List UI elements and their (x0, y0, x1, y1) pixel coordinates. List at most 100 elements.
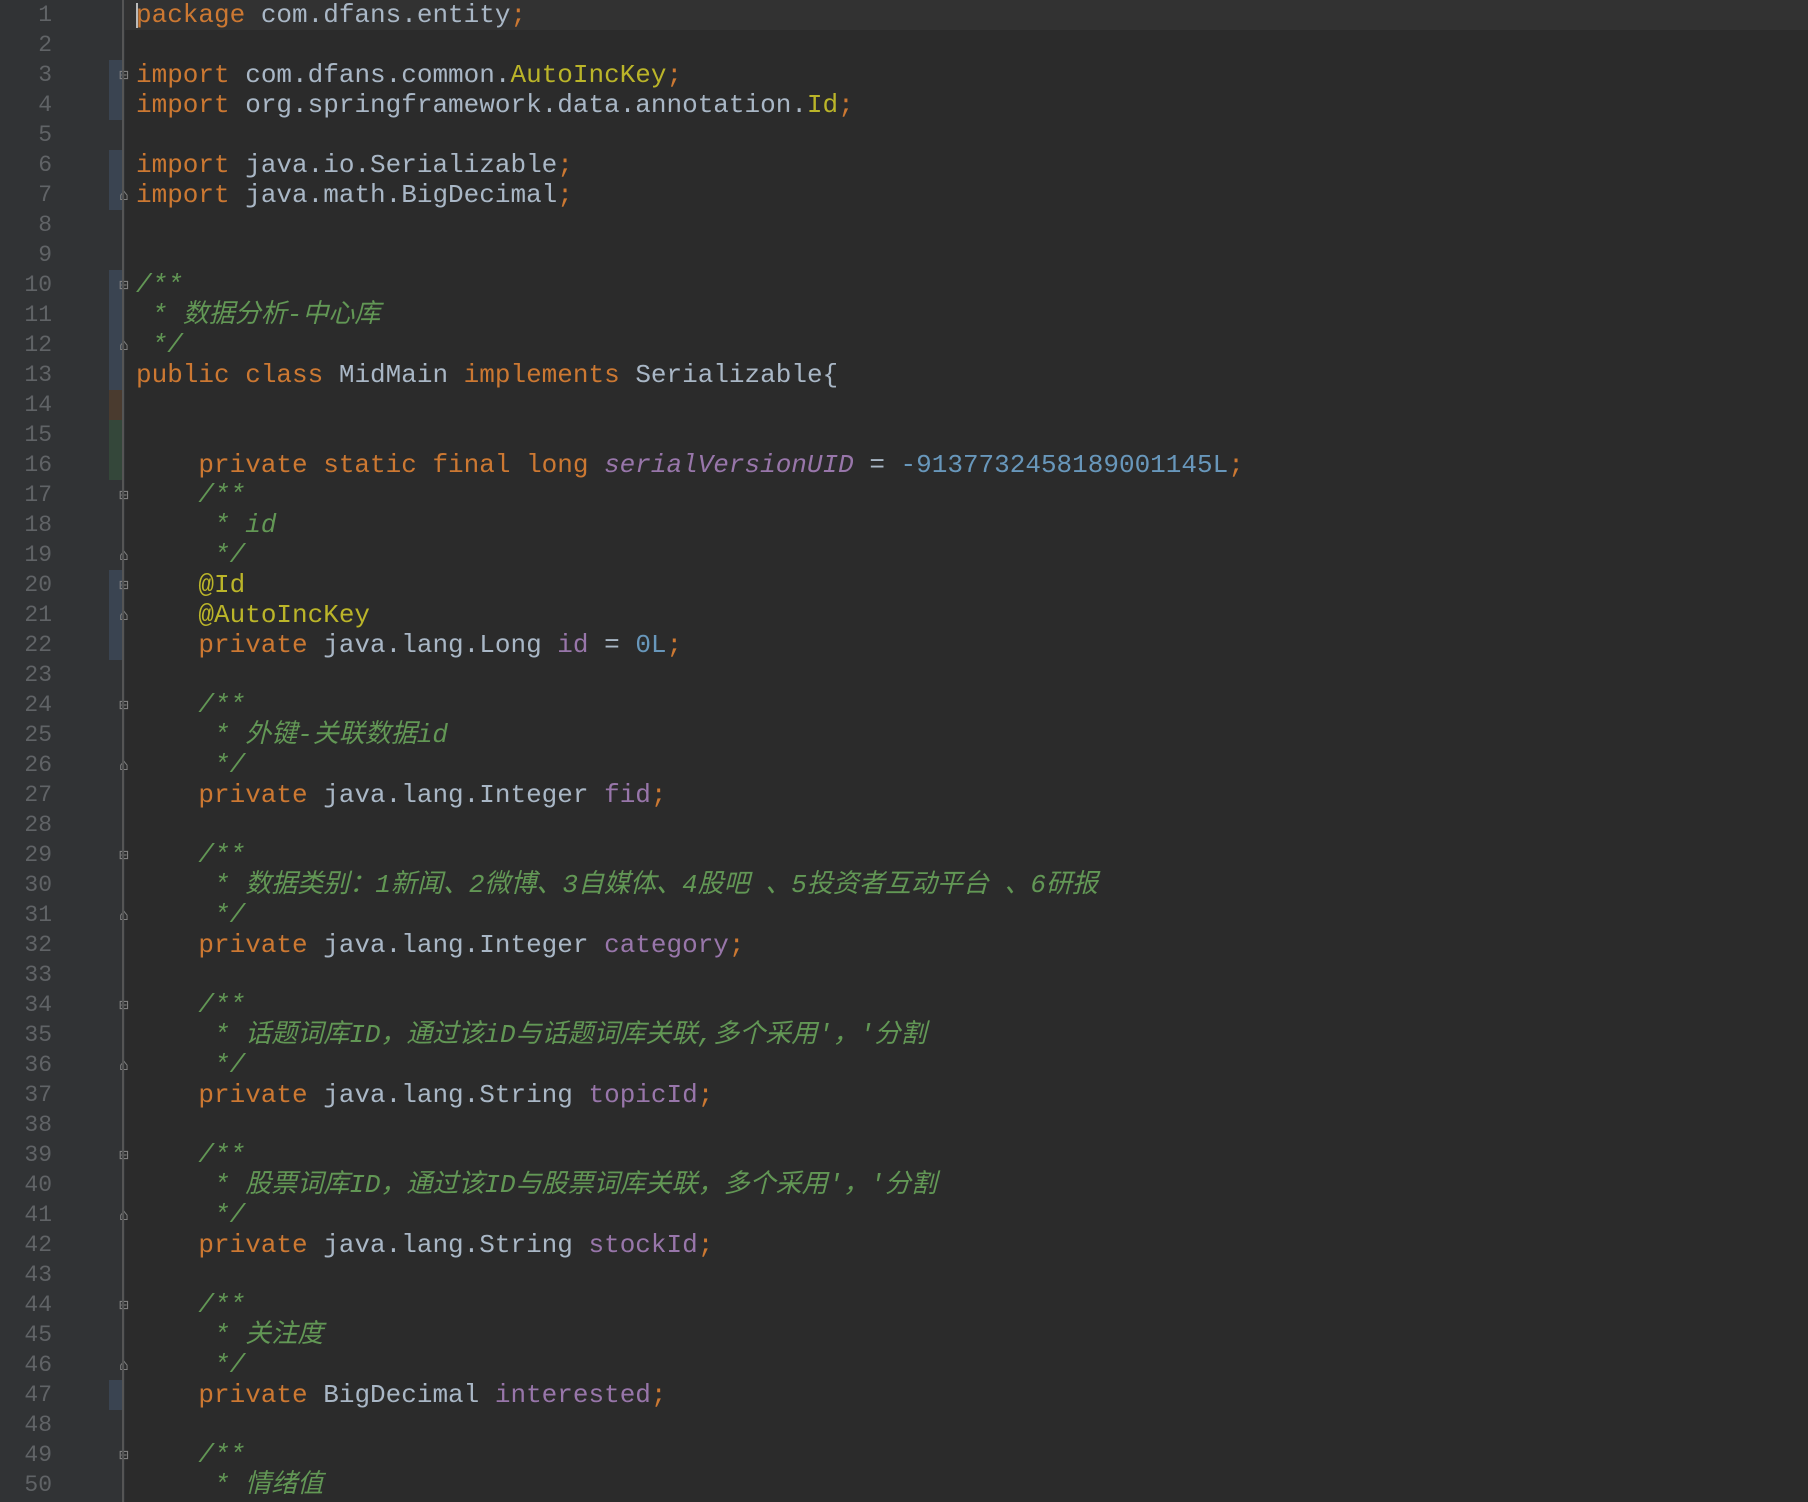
change-marker[interactable] (109, 360, 123, 390)
code-line[interactable]: private java.lang.String stockId; (136, 1230, 713, 1260)
code-token: fid (604, 780, 651, 810)
code-line[interactable]: /** (136, 480, 245, 510)
code-line[interactable]: public class MidMain implements Serializ… (136, 360, 838, 390)
line-number: 41 (24, 1202, 52, 1228)
code-line[interactable]: private static final long serialVersionU… (136, 450, 1243, 480)
code-line[interactable]: import org.springframework.data.annotati… (136, 90, 854, 120)
fold-open-icon[interactable]: ⊟ (115, 1140, 133, 1170)
line-number: 45 (24, 1322, 52, 1348)
code-line[interactable]: /** (136, 990, 245, 1020)
change-marker[interactable] (109, 1380, 123, 1410)
line-number: 47 (24, 1382, 52, 1408)
fold-end-icon[interactable]: ⌂ (115, 1050, 133, 1080)
code-line[interactable]: @AutoIncKey (136, 600, 370, 630)
code-line[interactable]: private java.lang.Integer category; (136, 930, 744, 960)
code-line[interactable]: */ (136, 1050, 245, 1080)
code-line[interactable]: private java.lang.String topicId; (136, 1080, 713, 1110)
code-line[interactable]: package com.dfans.entity; (136, 0, 526, 30)
fold-open-icon[interactable]: ⊟ (115, 1290, 133, 1320)
code-line[interactable]: * 外键-关联数据id (136, 720, 448, 750)
code-line[interactable]: /** (136, 840, 245, 870)
change-marker[interactable] (109, 630, 123, 660)
line-number: 48 (24, 1412, 52, 1438)
code-token: stockId (588, 1230, 698, 1260)
code-line[interactable]: */ (136, 900, 245, 930)
code-line[interactable]: */ (136, 540, 245, 570)
line-number: 19 (24, 542, 52, 568)
code-editor[interactable]: 123⊟4567⌂8910⊟1112⌂1314151617⊟1819⌂20⊟21… (0, 0, 1808, 1502)
code-line[interactable]: */ (136, 330, 183, 360)
line-number: 44 (24, 1292, 52, 1318)
line-number: 20 (24, 572, 52, 598)
code-token: */ (136, 750, 246, 780)
fold-open-icon[interactable]: ⊟ (115, 570, 133, 600)
fold-open-icon[interactable]: ⊟ (115, 990, 133, 1020)
code-token: implements (463, 360, 636, 390)
code-token: * 外键-关联数据id (136, 720, 449, 750)
code-line[interactable]: */ (136, 1200, 245, 1230)
code-token: private (136, 930, 324, 960)
code-line[interactable]: /** (136, 690, 245, 720)
fold-open-icon[interactable]: ⊟ (115, 270, 133, 300)
fold-end-icon[interactable]: ⌂ (115, 540, 133, 570)
line-number: 35 (24, 1022, 52, 1048)
code-token: */ (136, 1350, 246, 1380)
fold-end-icon[interactable]: ⌂ (115, 600, 133, 630)
fold-open-icon[interactable]: ⊟ (115, 480, 133, 510)
change-marker[interactable] (109, 90, 123, 120)
code-token: */ (136, 1200, 246, 1230)
code-line[interactable]: @Id (136, 570, 245, 600)
code-token: ; (697, 1080, 714, 1110)
code-token: * 数据分析-中心库 (136, 300, 381, 330)
change-marker[interactable] (109, 150, 123, 180)
fold-end-icon[interactable]: ⌂ (115, 330, 133, 360)
code-token: * 股票词库ID，通过该ID与股票词库关联，多个采用'，'分割 (136, 1170, 937, 1200)
fold-open-icon[interactable]: ⊟ (115, 840, 133, 870)
line-number: 17 (24, 482, 52, 508)
code-token: = (588, 630, 636, 660)
code-line[interactable]: /** (136, 1440, 245, 1470)
fold-end-icon[interactable]: ⌂ (115, 750, 133, 780)
code-line[interactable]: * 话题词库ID，通过该iD与话题词库关联,多个采用'，'分割 (136, 1020, 926, 1050)
code-line[interactable]: private java.lang.Integer fid; (136, 780, 666, 810)
code-line[interactable]: * 股票词库ID，通过该ID与股票词库关联，多个采用'，'分割 (136, 1170, 937, 1200)
code-token: category (604, 930, 729, 960)
code-line[interactable]: */ (136, 1350, 245, 1380)
fold-end-icon[interactable]: ⌂ (115, 1200, 133, 1230)
line-number: 24 (24, 692, 52, 718)
fold-end-icon[interactable]: ⌂ (115, 1350, 133, 1380)
code-line[interactable]: */ (136, 750, 245, 780)
fold-open-icon[interactable]: ⊟ (115, 60, 133, 90)
change-marker[interactable] (109, 420, 123, 450)
line-number-gutter[interactable]: 123⊟4567⌂8910⊟1112⌂1314151617⊟1819⌂20⊟21… (0, 0, 129, 1502)
fold-end-icon[interactable]: ⌂ (115, 900, 133, 930)
code-token: ; (557, 150, 573, 180)
code-line[interactable]: * 数据分析-中心库 (136, 300, 381, 330)
code-line[interactable]: /** (136, 270, 183, 300)
code-line[interactable]: import com.dfans.common.AutoIncKey; (136, 60, 682, 90)
code-line[interactable]: /** (136, 1140, 245, 1170)
code-token: /** (136, 270, 183, 300)
line-number: 34 (24, 992, 52, 1018)
code-line[interactable]: import java.math.BigDecimal; (136, 180, 573, 210)
code-line[interactable]: /** (136, 1290, 245, 1320)
fold-open-icon[interactable]: ⊟ (115, 1440, 133, 1470)
change-marker[interactable] (109, 450, 123, 480)
change-marker[interactable] (109, 390, 123, 420)
code-token: com.dfans.common. (229, 60, 511, 90)
code-line[interactable]: * 情绪值 (136, 1470, 323, 1500)
code-token: /** (136, 990, 246, 1020)
change-marker[interactable] (109, 300, 123, 330)
code-line[interactable]: private java.lang.Long id = 0L; (136, 630, 682, 660)
code-token: interested (494, 1380, 651, 1410)
code-line[interactable]: private BigDecimal interested; (136, 1380, 666, 1410)
code-token: -9137732458189001145L (900, 450, 1229, 480)
code-token: java.math.BigDecimal (229, 180, 558, 210)
fold-end-icon[interactable]: ⌂ (115, 180, 133, 210)
code-line[interactable]: * 关注度 (136, 1320, 323, 1350)
line-number: 4 (38, 92, 52, 118)
fold-open-icon[interactable]: ⊟ (115, 690, 133, 720)
code-line[interactable]: import java.io.Serializable; (136, 150, 573, 180)
code-line[interactable]: * 数据类别：1新闻、2微博、3自媒体、4股吧 、5投资者互动平台 、6研报 (136, 870, 1098, 900)
code-line[interactable]: * id (136, 510, 276, 540)
